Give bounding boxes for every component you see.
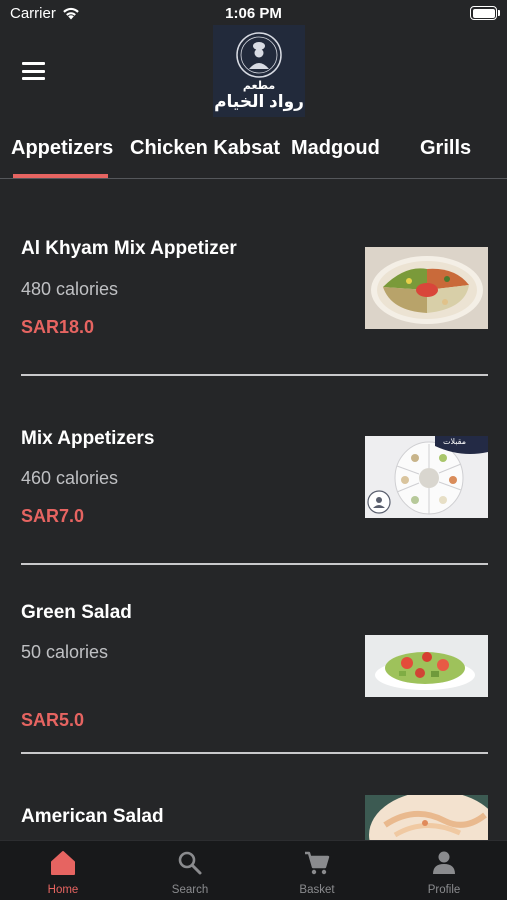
image-caption: مقبلات — [442, 437, 466, 446]
hamburger-menu-icon — [22, 62, 45, 65]
item-calories: 480 calories — [21, 279, 119, 299]
item-name: Al Khyam Mix Appetizer — [21, 238, 237, 259]
tab-madgoud[interactable]: Madgoud — [291, 137, 380, 179]
person-icon — [433, 851, 455, 874]
nav-basket-label: Basket — [299, 884, 335, 896]
item-calories: 50 calories — [21, 642, 109, 662]
platter-illustration — [365, 436, 488, 518]
clock: 1:06 PM — [225, 5, 282, 22]
nav-profile[interactable]: Profile — [381, 841, 507, 900]
tab-chicken-kabsat[interactable]: Chicken Kabsat — [130, 137, 280, 179]
cart-icon — [305, 851, 330, 875]
item-name: American Salad — [21, 806, 164, 827]
restaurant-logo: مطعم رواد الخيام — [213, 25, 305, 117]
item-image — [365, 635, 488, 697]
tab-appetizers[interactable]: Appetizers — [11, 137, 113, 179]
home-icon — [51, 851, 75, 875]
item-image — [365, 247, 488, 329]
category-tabs: Appetizers Chicken Kabsat Madgoud Grills — [0, 137, 507, 179]
item-price: SAR7.0 — [21, 506, 85, 526]
search-icon — [178, 851, 202, 875]
divider — [21, 752, 488, 754]
item-name: Mix Appetizers — [21, 428, 155, 449]
item-image: مقبلات — [365, 436, 488, 518]
tab-grills[interactable]: Grills — [420, 137, 471, 179]
nav-search[interactable]: Search — [127, 841, 253, 900]
item-name: Green Salad — [21, 602, 132, 623]
nav-basket[interactable]: Basket — [254, 841, 380, 900]
item-image — [365, 795, 488, 841]
bottom-tab-bar: Home Search Basket Profile — [0, 840, 507, 900]
divider — [21, 563, 488, 565]
nav-home-label: Home — [47, 884, 79, 896]
nav-home[interactable]: Home — [0, 841, 126, 900]
logo-text-top: مطعم — [242, 80, 276, 92]
status-bar: Carrier 1:06 PM — [0, 0, 507, 28]
menu-button[interactable] — [22, 62, 48, 82]
item-price: SAR5.0 — [21, 710, 85, 730]
logo-text-name: رواد الخيام — [214, 92, 304, 111]
divider — [21, 374, 488, 376]
nav-search-label: Search — [171, 884, 209, 896]
item-price: SAR18.0 — [21, 317, 95, 337]
battery-icon — [470, 6, 500, 20]
active-tab-indicator — [13, 174, 108, 178]
item-calories: 460 calories — [21, 468, 119, 488]
chef-emblem-icon — [236, 32, 282, 78]
nav-profile-label: Profile — [427, 884, 461, 896]
menu-screen: Carrier 1:06 PM مطعم رواد الخيام Appetiz… — [0, 0, 507, 900]
